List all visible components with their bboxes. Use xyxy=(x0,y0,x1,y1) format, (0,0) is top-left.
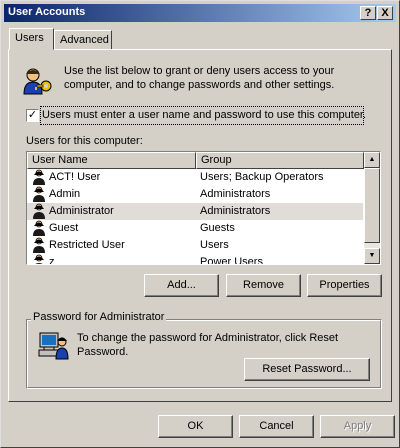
require-login-label[interactable]: Users must enter a user name and passwor… xyxy=(42,108,366,122)
password-text-line2: Password. xyxy=(77,346,129,358)
properties-button[interactable]: Properties xyxy=(307,274,382,297)
scroll-thumb[interactable] xyxy=(364,168,380,243)
cancel-button[interactable]: Cancel xyxy=(239,415,314,438)
require-login-checkbox[interactable]: ✓ xyxy=(26,109,39,122)
group-cell: Guests xyxy=(200,222,235,234)
scroll-up-button[interactable]: ▲ xyxy=(364,152,380,168)
user-icon xyxy=(33,237,45,253)
column-header-user-name[interactable]: User Name xyxy=(27,152,196,169)
user-accounts-window: User Accounts ? X Users Advanced Use the… xyxy=(0,0,400,448)
table-row[interactable]: Restricted User Users xyxy=(27,237,363,254)
ok-button[interactable]: OK xyxy=(158,415,233,438)
users-list-label: Users for this computer: xyxy=(26,135,143,147)
users-list-scrollbar[interactable]: ▲ ▼ xyxy=(364,152,380,264)
intro-text-line1: Use the list below to grant or deny user… xyxy=(64,65,335,77)
help-button[interactable]: ? xyxy=(360,6,376,20)
tab-advanced-label: Advanced xyxy=(60,34,109,46)
group-cell: Administrators xyxy=(200,188,271,200)
table-row[interactable]: Admin Administrators xyxy=(27,186,363,203)
scroll-up-arrow-icon: ▲ xyxy=(368,156,376,163)
group-cell: Administrators xyxy=(200,205,271,217)
tab-users[interactable]: Users xyxy=(9,28,54,50)
title-bar[interactable]: User Accounts ? X xyxy=(4,4,396,22)
table-row[interactable]: z Power Users xyxy=(27,254,363,265)
user-icon xyxy=(33,186,45,202)
column-header-group[interactable]: Group xyxy=(196,152,364,169)
tab-users-label: Users xyxy=(15,32,44,44)
column-header-group-label: Group xyxy=(201,154,232,166)
scroll-down-button[interactable]: ▼ xyxy=(364,248,380,264)
add-button[interactable]: Add... xyxy=(144,274,219,297)
user-name-cell: Admin xyxy=(49,188,81,200)
group-cell: Users; Backup Operators xyxy=(200,171,324,183)
user-name-cell: Administrator xyxy=(49,205,114,217)
remove-button[interactable]: Remove xyxy=(226,274,301,297)
password-group-legend: Password for Administrator xyxy=(31,310,167,324)
table-row[interactable]: Administrator Administrators xyxy=(27,203,363,220)
password-text-line1: To change the password for Administrator… xyxy=(77,332,339,344)
window-title: User Accounts xyxy=(8,6,86,18)
close-button[interactable]: X xyxy=(377,6,393,20)
user-name-cell: ACT! User xyxy=(49,171,101,183)
scroll-down-arrow-icon: ▼ xyxy=(368,252,376,259)
table-row[interactable]: Guest Guests xyxy=(27,220,363,237)
table-row[interactable]: ACT! User Users; Backup Operators xyxy=(27,169,363,186)
user-icon xyxy=(34,254,44,264)
user-icon xyxy=(33,220,45,236)
group-cell: Users xyxy=(200,239,229,251)
user-icon xyxy=(33,203,45,219)
tab-advanced[interactable]: Advanced xyxy=(54,30,112,50)
intro-text-line2: computer, and to change passwords and ot… xyxy=(64,79,335,91)
user-name-cell: z xyxy=(49,256,55,265)
computer-user-icon xyxy=(38,332,69,360)
user-name-cell: Restricted User xyxy=(49,239,125,251)
column-header-user-name-label: User Name xyxy=(32,154,88,166)
check-mark: ✓ xyxy=(27,109,38,121)
group-cell: Power Users xyxy=(200,256,263,265)
users-listview[interactable]: User Name Group ACT! User Users; Backup … xyxy=(26,151,381,265)
user-icon xyxy=(33,169,45,185)
users-keys-icon xyxy=(23,68,52,95)
user-name-cell: Guest xyxy=(49,222,79,234)
apply-button[interactable]: Apply xyxy=(320,415,395,438)
reset-password-button[interactable]: Reset Password... xyxy=(244,358,370,381)
